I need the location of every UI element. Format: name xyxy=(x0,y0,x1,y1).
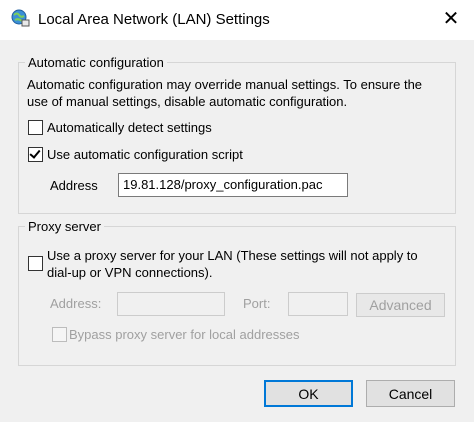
proxy-address-label: Address: xyxy=(50,296,102,311)
proxy-port-label: Port: xyxy=(243,296,271,311)
proxy-port-input[interactable] xyxy=(288,292,348,316)
use-proxy-checkbox[interactable] xyxy=(28,256,43,271)
automatic-configuration-legend: Automatic configuration xyxy=(28,55,164,70)
use-proxy-label-line2[interactable]: dial-up or VPN connections). xyxy=(47,264,212,281)
script-address-label: Address xyxy=(50,178,98,193)
auto-config-script-checkbox[interactable] xyxy=(28,147,43,162)
bypass-local-label[interactable]: Bypass proxy server for local addresses xyxy=(69,327,299,342)
script-address-input[interactable]: 19.81.128/proxy_configuration.pac xyxy=(118,173,348,197)
auto-detect-label[interactable]: Automatically detect settings xyxy=(47,120,212,135)
ok-button[interactable]: OK xyxy=(264,380,353,407)
window-title: Local Area Network (LAN) Settings xyxy=(38,11,270,28)
proxy-address-input[interactable] xyxy=(117,292,225,316)
bypass-local-checkbox[interactable] xyxy=(52,327,67,342)
auto-config-script-label[interactable]: Use automatic configuration script xyxy=(47,147,243,162)
title-bar: Local Area Network (LAN) Settings ✕ xyxy=(0,0,474,40)
advanced-button-label: Advanced xyxy=(369,297,432,313)
advanced-button[interactable]: Advanced xyxy=(356,293,445,317)
auto-detect-checkbox[interactable] xyxy=(28,120,43,135)
auto-config-description-line1: Automatic configuration may override man… xyxy=(27,77,423,92)
ok-button-label: OK xyxy=(298,385,319,402)
close-button[interactable]: ✕ xyxy=(428,0,474,36)
proxy-server-legend: Proxy server xyxy=(28,219,101,234)
cancel-button-label: Cancel xyxy=(388,385,433,402)
network-globe-icon xyxy=(11,9,30,27)
cancel-button[interactable]: Cancel xyxy=(366,380,455,407)
use-proxy-label-line1[interactable]: Use a proxy server for your LAN (These s… xyxy=(47,247,418,264)
auto-config-description-line2: use of manual settings, disable automati… xyxy=(27,94,348,109)
close-icon: ✕ xyxy=(442,7,460,30)
